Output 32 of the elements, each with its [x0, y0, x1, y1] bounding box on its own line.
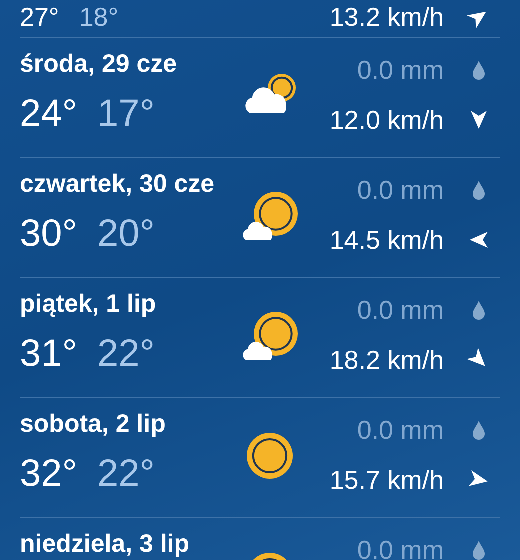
wind-arrow-icon: [468, 109, 490, 131]
low-temperature: 18°: [79, 2, 119, 32]
day-label: sobota, 2 lip: [20, 409, 167, 440]
raindrop-icon: [472, 540, 486, 560]
low-temperature: 17°: [97, 92, 155, 136]
precipitation: 0.0 mm: [357, 294, 444, 327]
high-temperature: 24°: [20, 92, 78, 136]
low-temperature: 22°: [97, 332, 155, 376]
wind-speed: 12.0 km/h: [330, 104, 444, 137]
wind-speed: 14.5 km/h: [330, 224, 444, 257]
precipitation: 0.0 mm: [357, 534, 444, 560]
high-temperature: 31°: [20, 332, 78, 376]
raindrop-icon: [472, 300, 486, 320]
high-temperature: 30°: [20, 212, 78, 256]
raindrop-icon: [472, 420, 486, 440]
high-temperature: 32°: [20, 452, 78, 496]
low-temperature: 20°: [97, 212, 155, 256]
day-label: piątek, 1 lip: [20, 289, 158, 320]
wind-speed: 15.7 km/h: [330, 464, 444, 497]
day-label: czwartek, 30 cze: [20, 169, 216, 200]
raindrop-icon: [472, 60, 486, 80]
precipitation: 0.0 mm: [357, 414, 444, 447]
low-temperature: 22°: [97, 452, 155, 496]
precipitation: 0.0 mm: [357, 174, 444, 207]
wind-speed: 13.2 km/h: [330, 2, 444, 32]
precipitation: 0.0 mm: [357, 54, 444, 87]
wind-speed: 18.2 km/h: [330, 344, 444, 377]
day-label: niedziela, 3 lip: [20, 529, 190, 560]
high-temperature: 27°: [20, 2, 60, 32]
wind-arrow-icon: [468, 229, 490, 251]
raindrop-icon: [472, 180, 486, 200]
day-label: środa, 29 cze: [20, 49, 178, 80]
